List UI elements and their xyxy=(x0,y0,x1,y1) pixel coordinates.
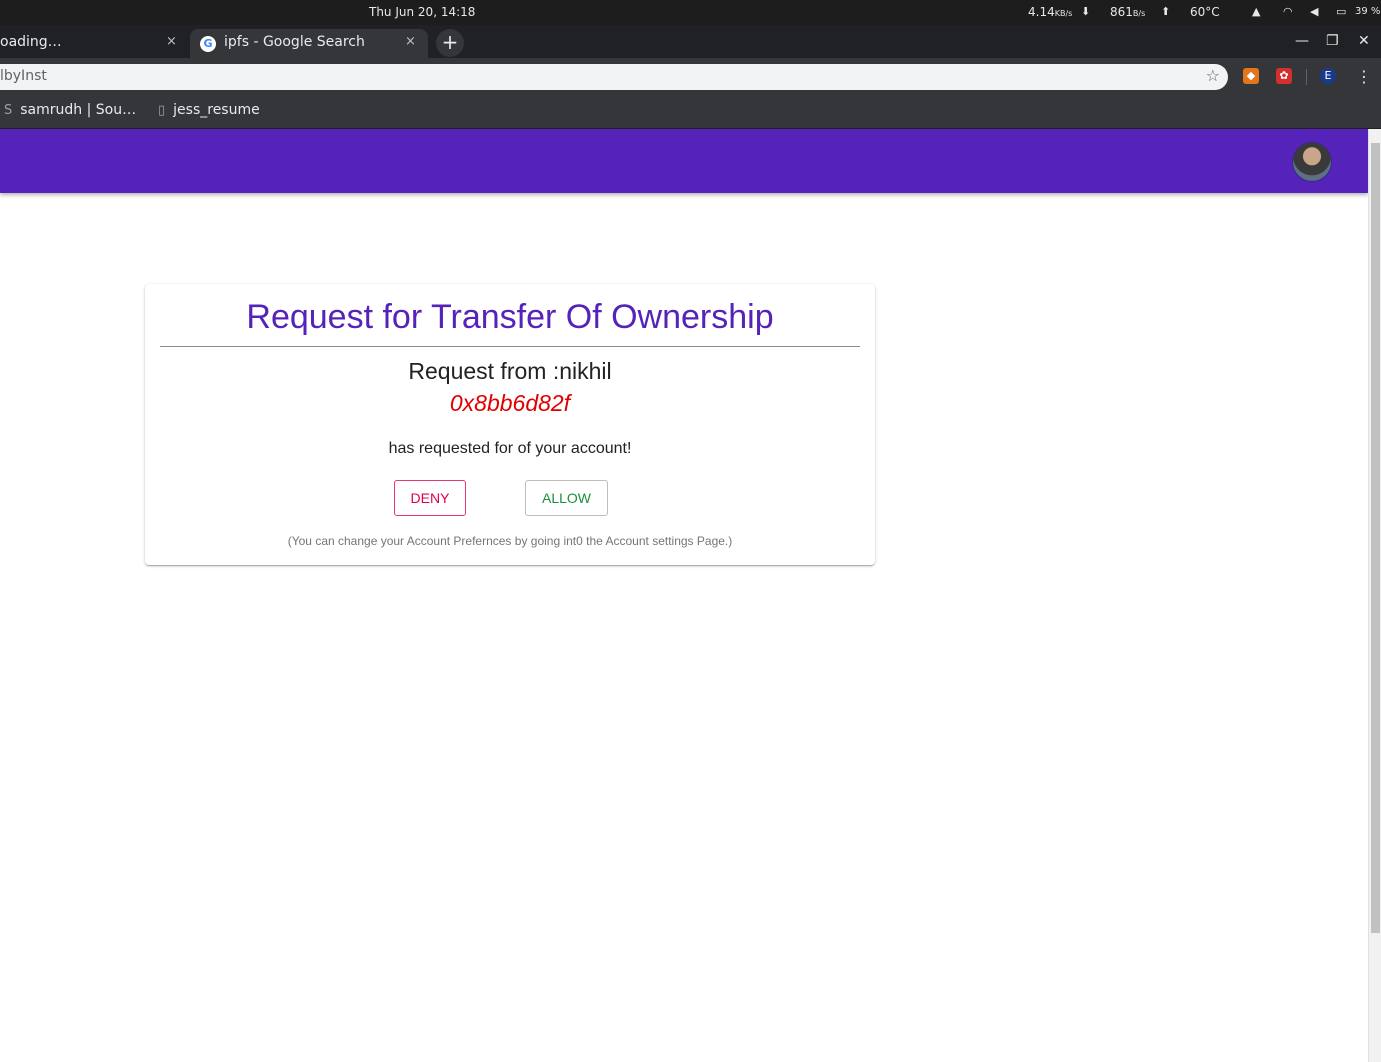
close-window-icon[interactable]: ✕ xyxy=(1358,33,1370,49)
bookmark-star-icon[interactable]: ☆ xyxy=(1206,66,1220,85)
tab-loading[interactable]: oading… × xyxy=(0,29,188,58)
allow-button[interactable]: ALLOW xyxy=(525,480,608,516)
download-speed: 4.14KB/s xyxy=(1028,5,1072,19)
battery-icon[interactable]: ▭ xyxy=(1336,5,1346,18)
restore-icon[interactable]: ❐ xyxy=(1326,33,1339,49)
page-icon: ▯ xyxy=(158,103,166,118)
card-title: Request for Transfer Of Ownership xyxy=(246,298,774,336)
battery-percent: 39 % xyxy=(1355,6,1381,17)
app-bar xyxy=(0,129,1368,193)
site-icon: S xyxy=(4,103,13,118)
system-top-bar: Thu Jun 20, 14:18 4.14KB/s ⬇ 861B/s ⬆ 60… xyxy=(0,0,1381,25)
notification-icon[interactable]: ▲ xyxy=(1252,5,1260,18)
page-scrollbar[interactable] xyxy=(1368,129,1381,1062)
scrollbar-thumb[interactable] xyxy=(1371,143,1380,933)
bookmarks-bar: Ssamrudh | Sou… ▯ jess_resume xyxy=(0,95,1381,129)
upload-speed: 861B/s xyxy=(1110,5,1145,19)
deny-button[interactable]: DENY xyxy=(394,480,466,516)
download-speed-unit: KB/s xyxy=(1054,9,1073,18)
transfer-request-card: Request for Transfer Of Ownership Reques… xyxy=(145,284,875,565)
upload-arrow-icon: ⬆ xyxy=(1161,5,1171,18)
bookmark-label: samrudh | Sou… xyxy=(20,102,137,118)
tab-label: oading… xyxy=(0,34,62,50)
tab-close-icon[interactable]: × xyxy=(405,34,416,49)
volume-icon[interactable]: ◀ xyxy=(1310,5,1318,18)
tab-label: ipfs - Google Search xyxy=(224,34,365,50)
bookmark-jess-resume[interactable]: ▯ jess_resume xyxy=(158,102,260,118)
title-divider xyxy=(160,346,860,347)
address-bar[interactable]: lbyInst ☆ xyxy=(0,64,1228,90)
preferences-note: (You can change your Account Prefernces … xyxy=(287,534,733,548)
tab-ipfs-google-search[interactable]: G ipfs - Google Search × xyxy=(190,29,428,58)
temperature: 60°C xyxy=(1190,5,1220,19)
extension-icon[interactable]: ✿ xyxy=(1276,68,1292,84)
wifi-icon[interactable]: ◠ xyxy=(1283,5,1293,18)
minimize-icon[interactable]: — xyxy=(1295,33,1309,49)
bookmark-samrudh[interactable]: Ssamrudh | Sou… xyxy=(4,102,136,118)
page-content: Request for Transfer Of Ownership Reques… xyxy=(0,129,1368,1062)
browser-menu-icon[interactable]: ⋮ xyxy=(1356,67,1372,86)
tab-close-icon[interactable]: × xyxy=(166,34,177,49)
profile-avatar-icon[interactable]: E xyxy=(1320,68,1336,84)
upload-speed-value: 861 xyxy=(1110,5,1133,19)
system-clock[interactable]: Thu Jun 20, 14:18 xyxy=(369,5,475,19)
new-tab-button[interactable]: + xyxy=(436,29,464,57)
metamask-extension-icon[interactable]: ◆ xyxy=(1243,68,1259,84)
request-message: has requested for of your account! xyxy=(388,440,632,457)
browser-tab-strip: oading… × G ipfs - Google Search × + — ❐… xyxy=(0,25,1381,58)
user-avatar[interactable] xyxy=(1292,142,1332,182)
upload-speed-unit: B/s xyxy=(1132,9,1146,18)
requester-address: 0x8bb6d82f xyxy=(449,390,571,416)
browser-toolbar: lbyInst ☆ ◆ ✿ E ⋮ xyxy=(0,58,1381,95)
download-speed-value: 4.14 xyxy=(1028,5,1055,19)
download-arrow-icon: ⬇ xyxy=(1081,5,1091,18)
address-bar-url[interactable]: lbyInst xyxy=(0,68,47,84)
toolbar-divider xyxy=(1306,69,1307,85)
google-icon: G xyxy=(200,36,216,52)
bookmark-label: jess_resume xyxy=(173,102,260,118)
request-from: Request from :nikhil xyxy=(408,358,612,384)
